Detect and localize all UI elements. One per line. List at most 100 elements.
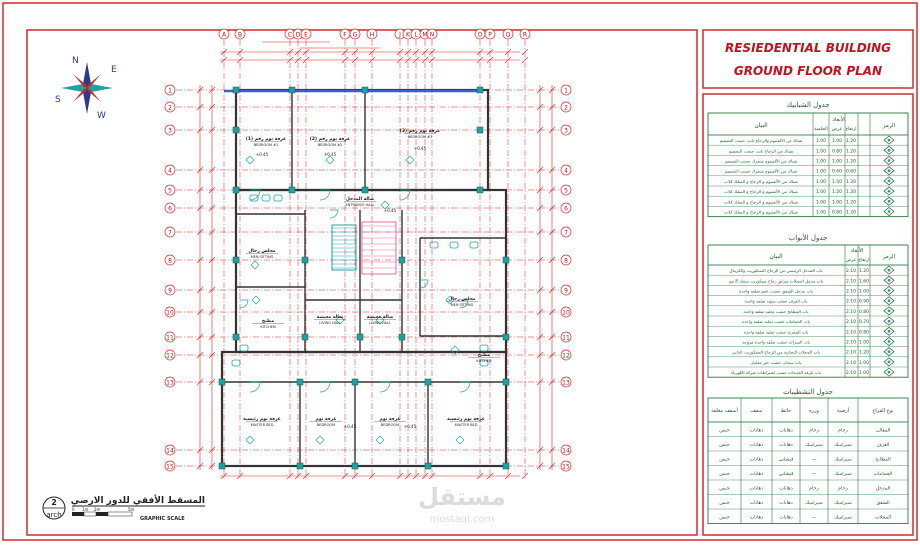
sanitary-fixture [429, 241, 439, 249]
doors-row-height: 0.80 [859, 329, 869, 335]
room-label: مطبخ [262, 319, 274, 324]
grid-label-row-left: 13 [166, 380, 174, 387]
sanitary-fixture [273, 194, 283, 202]
room-label: مطبخ [478, 353, 490, 358]
sanitary-fixture [469, 241, 479, 249]
windows-table-title: جدول الشبابيك [786, 101, 829, 109]
title-block: RESIEDENTIAL BUILDING GROUND FLOOR PLAN [725, 41, 891, 78]
structural-column [476, 86, 484, 94]
grid-label-row-right: 1 [564, 88, 568, 95]
grid-label-row-left: 2 [168, 105, 172, 112]
doors-header-symbol: الرمز [882, 254, 896, 260]
finishes-cell: سيراميك [834, 442, 852, 448]
windows-row-width: 1.00 [832, 199, 842, 205]
windows-row-sill: 1.00 [816, 179, 826, 185]
level-tag-icon [455, 435, 465, 445]
windows-row-sill: 1.00 [816, 199, 826, 205]
room-label: غرفة نوم [380, 417, 401, 422]
doors-row-width: 2.10 [846, 360, 856, 366]
windows-row-sill: 1.00 [816, 169, 826, 175]
grid-label-row-left: 5 [168, 188, 172, 195]
level-mark: +0.45 [344, 424, 357, 429]
compass-label-w: W [97, 111, 106, 121]
doors-row-height: 1.00 [859, 360, 869, 366]
door-swing [399, 189, 411, 201]
door-symbol-icon-dot [887, 319, 891, 323]
structural-column [218, 378, 226, 386]
grid-label-row-left: 12 [166, 353, 174, 360]
door-swing [319, 381, 331, 393]
structural-column [232, 186, 240, 194]
watermark: مستقل mostaql.com [418, 483, 506, 525]
windows-row-height: 1.20 [846, 179, 856, 185]
structural-column [296, 462, 304, 470]
room-label-en: KITCHEN [476, 359, 492, 363]
structural-column [502, 378, 510, 386]
windows-row-desc: شباك من الزجاج ثابت حسب التصميم [729, 148, 794, 153]
title-line-2: GROUND FLOOR PLAN [734, 64, 882, 78]
room-label: غرفة نوم رقم (1) [246, 136, 286, 142]
doors-header-dims: الأبعاد [851, 246, 864, 254]
windows-row-width: 1.20 [832, 189, 842, 195]
grid-label-row-right: 9 [564, 288, 568, 295]
windows-row-width: 1.00 [832, 159, 842, 165]
room-label: غرفة نوم رقم (3) [400, 128, 440, 134]
finishes-cell: جبس [719, 472, 730, 477]
sanitary-fixture [231, 359, 241, 367]
compass-label-e: E [111, 65, 117, 75]
structural-column [351, 378, 359, 386]
window-symbol-icon-dot [887, 159, 891, 162]
title-line-1: RESIEDENTIAL BUILDING [725, 41, 891, 55]
finishes-cell: — [812, 457, 817, 462]
finishes-header-cell: سقف [751, 408, 763, 414]
structural-column [296, 378, 304, 386]
scale-mark-1: 1m [82, 507, 89, 512]
windows-row-width: 0.80 [832, 148, 842, 154]
grid-label-row-left: 4 [168, 168, 172, 175]
structural-column [351, 462, 359, 470]
grid-label-col: N [430, 32, 435, 39]
room-label: غرفة نوم رقم (2) [310, 136, 350, 142]
room-label-en: BEDROOM #3 [408, 135, 433, 139]
finishes-header-cell: أسقف معلقة [711, 407, 738, 414]
scale-mark-3: 5m [128, 507, 135, 512]
finishes-cell: جبس [719, 443, 730, 448]
grid-label-col: H [370, 32, 375, 39]
finishes-cell: المعالى [876, 427, 891, 433]
windows-row-width: 0.60 [832, 169, 842, 175]
grid-label-row-right: 15 [562, 464, 570, 471]
finishes-cell: دهانات [779, 427, 792, 433]
grid-label-col: B [238, 32, 242, 39]
level-tag-icon [250, 260, 260, 270]
doors-row-desc: باب المدخل الرئيسي من الزجاج السيكوريت و… [729, 268, 822, 273]
window-symbol-icon-dot [887, 138, 891, 142]
door-swing [239, 299, 249, 309]
doors-row-height: 0.90 [859, 299, 869, 305]
plan-caption-text: المسقط الأفقي للدور الارضي [71, 494, 205, 506]
level-mark: +0.45 [384, 208, 397, 213]
grid-label-col: G [353, 32, 358, 39]
level-tag-icon [315, 435, 325, 445]
room-label-en: KITCHEN [260, 325, 276, 329]
room-label: مجلس رجال [448, 297, 475, 302]
windows-row-height: 1.20 [846, 159, 856, 165]
doors-row-height: 0.70 [859, 319, 869, 325]
room-label-en: ENTRANCE HALL [346, 203, 375, 207]
windows-row-width: 1.50 [832, 179, 842, 185]
grid-label-row-right: 13 [562, 380, 570, 387]
doors-row-width: 2.10 [846, 329, 856, 335]
door-swing [419, 279, 429, 289]
structural-column [232, 256, 240, 264]
windows-row-height: 1.20 [846, 189, 856, 195]
windows-row-sill: 1.00 [816, 159, 826, 165]
doors-row-desc: باب الغرف خشب سويد ضلفة واحدة [744, 299, 807, 304]
finishes-cell: دهانات [750, 427, 763, 433]
structural-column [502, 333, 510, 341]
door-swing [249, 381, 261, 393]
detail-number: 2 [51, 498, 57, 507]
graphic-scale-label: GRAPHIC SCALE [140, 516, 185, 522]
grid-label-row-right: 14 [562, 448, 570, 455]
doors-header-width: عرض [846, 258, 857, 263]
grid-label-row-left: 11 [166, 335, 174, 342]
doors-row-height: 1.20 [859, 350, 869, 356]
